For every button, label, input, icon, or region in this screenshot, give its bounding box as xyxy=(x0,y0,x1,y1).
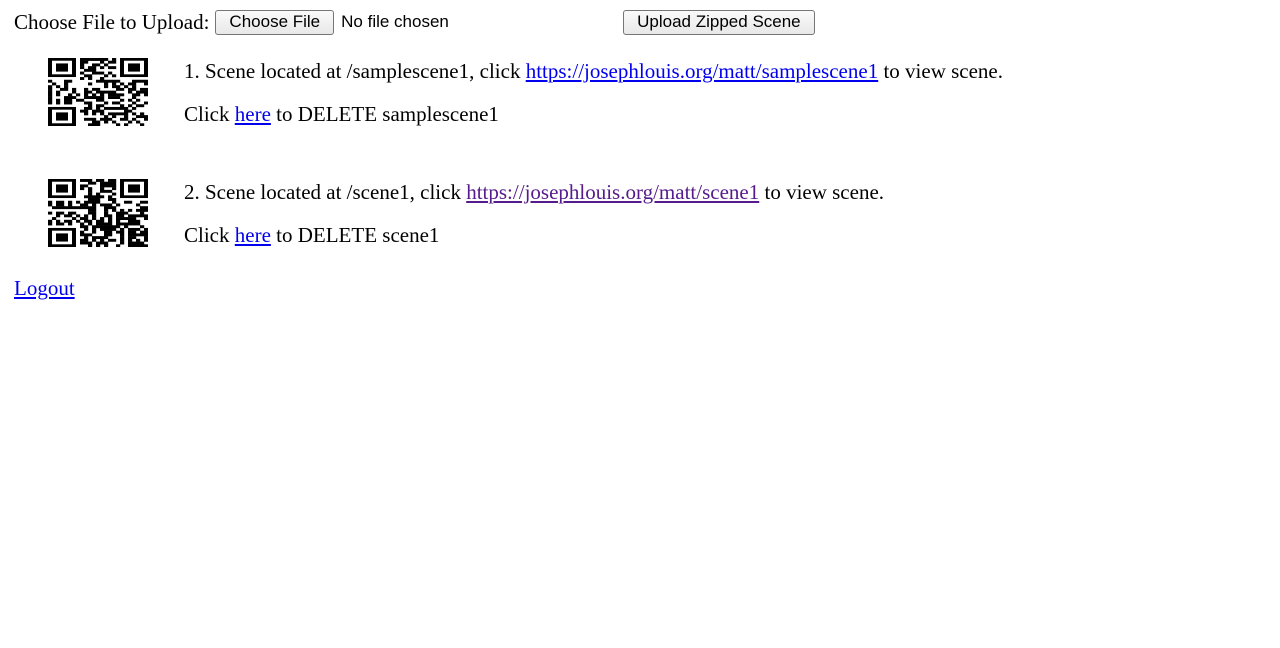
upload-zipped-scene-button[interactable]: Upload Zipped Scene xyxy=(623,9,815,35)
qr-code-icon xyxy=(48,179,148,247)
scene-index: 2. xyxy=(184,180,200,204)
scene-index: 1. xyxy=(184,59,200,83)
scene-link[interactable]: https://josephlouis.org/matt/scene1 xyxy=(466,180,759,204)
scene-link[interactable]: https://josephlouis.org/matt/samplescene… xyxy=(526,59,879,83)
delete-link[interactable]: here xyxy=(235,102,271,126)
file-status: No file chosen xyxy=(341,12,449,31)
delete-suffix: to DELETE scene1 xyxy=(270,223,440,247)
delete-suffix: to DELETE samplescene1 xyxy=(270,102,499,126)
scene-description: 1. Scene located at /samplescene1, click… xyxy=(184,58,1003,84)
upload-label: Choose File to Upload: xyxy=(14,9,210,34)
scene-text-before: Scene located at /scene1, click xyxy=(199,180,467,204)
scene-text-before: Scene located at /samplescene1, click xyxy=(199,59,526,83)
choose-file-button[interactable]: Choose File xyxy=(215,9,335,35)
scene-description: 2. Scene located at /scene1, click https… xyxy=(184,179,884,205)
scene-text-after: to view scene. xyxy=(878,59,1003,83)
scene-delete-line: Click here to DELETE samplescene1 xyxy=(184,101,499,127)
delete-prefix: Click xyxy=(184,102,235,126)
logout-link[interactable]: Logout xyxy=(14,275,75,301)
delete-prefix: Click xyxy=(184,223,235,247)
scene-delete-line: Click here to DELETE scene1 xyxy=(184,222,439,248)
scene-text-after: to view scene. xyxy=(759,180,885,204)
scene-item: 1. Scene located at /samplescene1, click… xyxy=(48,58,1268,128)
upload-form: Choose File to Upload: Choose File No fi… xyxy=(14,8,815,36)
qr-code-icon xyxy=(48,58,148,126)
delete-link[interactable]: here xyxy=(235,223,271,247)
scene-item: 2. Scene located at /scene1, click https… xyxy=(48,179,1268,249)
